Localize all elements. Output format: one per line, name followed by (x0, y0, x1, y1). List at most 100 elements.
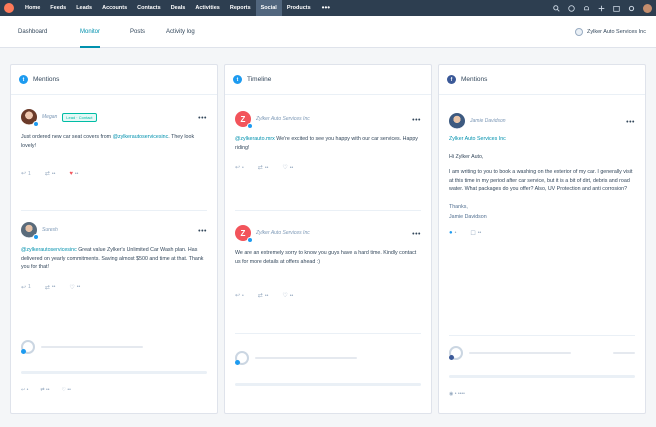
author-avatar[interactable] (449, 113, 465, 129)
nav-social[interactable]: Social (255, 0, 282, 16)
post-card[interactable]: Z Zylker Auto Services Inc ••• We are an… (235, 223, 421, 299)
post-more-icon[interactable]: ••• (198, 115, 207, 122)
like-action[interactable]: ♡ •• (282, 164, 293, 172)
reply-input-placeholder[interactable] (41, 346, 144, 348)
mention-link[interactable]: @zylkerauto.mrx (235, 136, 275, 142)
column-title: Mentions (461, 76, 488, 83)
reply-avatar (235, 351, 249, 365)
reply-avatar (21, 340, 35, 354)
reply-composer[interactable] (21, 340, 207, 354)
post-header: Jamie Davidson ••• (449, 111, 635, 131)
brand-logo-avatar[interactable]: Z (235, 225, 253, 243)
reply-action[interactable]: ↩ 1 (21, 284, 31, 291)
comment-icon: ☐ (470, 230, 476, 237)
reply-composer[interactable] (449, 346, 635, 360)
post-card[interactable]: Megan Lead · Contact ••• Just ordered ne… (21, 107, 207, 177)
nav-reports[interactable]: Reports (225, 0, 256, 16)
tab-activity-log[interactable]: Activity log (166, 16, 195, 48)
twitter-badge-icon (247, 123, 253, 129)
reply-input-bar[interactable] (21, 371, 207, 374)
post-more-icon[interactable]: ••• (626, 119, 635, 126)
tab-posts[interactable]: Posts (130, 16, 145, 48)
like-action[interactable]: ♡ •• (282, 292, 293, 300)
notification-icon[interactable] (583, 5, 590, 12)
footer-like-icon[interactable]: ♡ •• (61, 387, 70, 393)
like-action[interactable]: ● • (449, 230, 456, 237)
post-more-icon[interactable]: ••• (412, 117, 421, 124)
tab-dashboard[interactable]: Dashboard (18, 16, 47, 48)
post-more-icon[interactable]: ••• (412, 231, 421, 238)
author-name[interactable]: Jamie Davidson (470, 118, 506, 124)
post-header: Suresh ••• (21, 220, 207, 240)
retweet-action[interactable]: ⇄ •• (258, 164, 269, 172)
post-card[interactable]: Z Zylker Auto Services Inc ••• @zylkerau… (235, 109, 421, 171)
settings-icon[interactable] (628, 5, 635, 12)
footer-actions: ◉ • •••• (449, 391, 465, 397)
author-name[interactable]: Megan (42, 114, 57, 120)
author-name[interactable]: Suresh (42, 227, 58, 233)
like-action[interactable]: ♥ •• (69, 170, 78, 177)
nav-deals[interactable]: Deals (166, 0, 191, 16)
reply-input-placeholder[interactable] (255, 357, 358, 359)
search-icon[interactable] (553, 4, 560, 12)
column-title: Mentions (33, 76, 60, 83)
app-logo[interactable] (4, 3, 14, 13)
author-avatar[interactable] (21, 222, 39, 240)
reply-input-bar[interactable] (235, 383, 421, 386)
retweet-action[interactable]: ⇄ •• (45, 284, 56, 291)
post-actions: ● • ☐ •• (449, 230, 635, 237)
footer-actions: ↩ • ⇄ •• ♡ •• (21, 387, 71, 393)
retweet-action[interactable]: ⇄ •• (258, 292, 269, 300)
mention-link[interactable]: @zylkerautoservicesinc (113, 134, 169, 140)
retweet-action[interactable]: ⇄ •• (44, 170, 56, 178)
reply-action[interactable]: ↩ • (235, 164, 244, 172)
reply-input-placeholder[interactable] (469, 352, 572, 354)
post-text: Just ordered new car seat covers from @z… (21, 134, 195, 149)
brand-account-selector[interactable]: Zylker Auto Services Inc (575, 16, 646, 48)
reply-icon: ↩ (235, 165, 241, 171)
author-name[interactable]: Zylker Auto Services Inc (256, 116, 310, 122)
post-more-icon[interactable]: ••• (198, 228, 207, 235)
reply-composer[interactable] (235, 351, 421, 365)
reply-action[interactable]: ↩ • (235, 292, 244, 300)
help-icon[interactable] (568, 4, 575, 12)
reply-input-bar[interactable] (449, 375, 635, 378)
calendar-icon[interactable] (613, 5, 620, 12)
nav-contacts[interactable]: Contacts (132, 0, 166, 16)
post-actions: ↩ • ⇄ •• ♡ •• (235, 164, 421, 172)
retweet-icon: ⇄ (44, 284, 50, 291)
comment-action[interactable]: ☐ •• (470, 230, 481, 237)
mention-link[interactable]: Zylker Auto Services Inc (449, 135, 635, 144)
column-twitter-mentions: t Mentions Megan Lead · Contact ••• Just… (10, 64, 218, 414)
post-header: Megan Lead · Contact ••• (21, 107, 207, 127)
nav-products[interactable]: Products (282, 0, 316, 16)
nav-accounts[interactable]: Accounts (97, 0, 132, 16)
post-header: Z Zylker Auto Services Inc ••• (235, 109, 421, 129)
column-facebook-mentions: f Mentions Jamie Davidson ••• Zylker Aut… (438, 64, 646, 414)
tab-monitor[interactable]: Monitor (80, 16, 101, 48)
author-avatar[interactable] (21, 109, 39, 127)
reply-action[interactable]: ↩ 1 (21, 170, 31, 178)
nav-home[interactable]: Home (20, 0, 45, 16)
user-avatar[interactable] (643, 3, 652, 13)
author-name[interactable]: Zylker Auto Services Inc (256, 230, 310, 236)
add-icon[interactable] (598, 5, 605, 12)
nav-leads[interactable]: Leads (71, 0, 97, 16)
like-action[interactable]: ♡ •• (69, 284, 80, 291)
footer-retweet-icon[interactable]: ⇄ •• (40, 387, 49, 393)
post-sign-off: Thanks, (449, 203, 468, 210)
nav-activities[interactable]: Activities (190, 0, 224, 16)
nav-feeds[interactable]: Feeds (45, 0, 71, 16)
brand-logo-avatar[interactable]: Z (235, 111, 253, 129)
retweet-icon: ⇄ (44, 171, 50, 177)
twitter-badge-icon (235, 360, 240, 365)
post-card[interactable]: Jamie Davidson ••• Zylker Auto Services … (449, 111, 635, 237)
reply-avatar (449, 346, 463, 360)
post-text: @zylkerauto.mrx We're excited to see you… (235, 136, 418, 151)
nav-more-button[interactable]: ••• (316, 0, 336, 16)
footer-reply-icon[interactable]: ↩ • (21, 387, 28, 393)
post-signature: Jamie Davidson (449, 214, 487, 220)
footer-like-icon[interactable]: ◉ • •••• (449, 391, 465, 397)
mention-link[interactable]: @zylkerautoservicesinc (21, 247, 77, 253)
post-card[interactable]: Suresh ••• @zylkerautoservicesinc Great … (21, 220, 207, 291)
